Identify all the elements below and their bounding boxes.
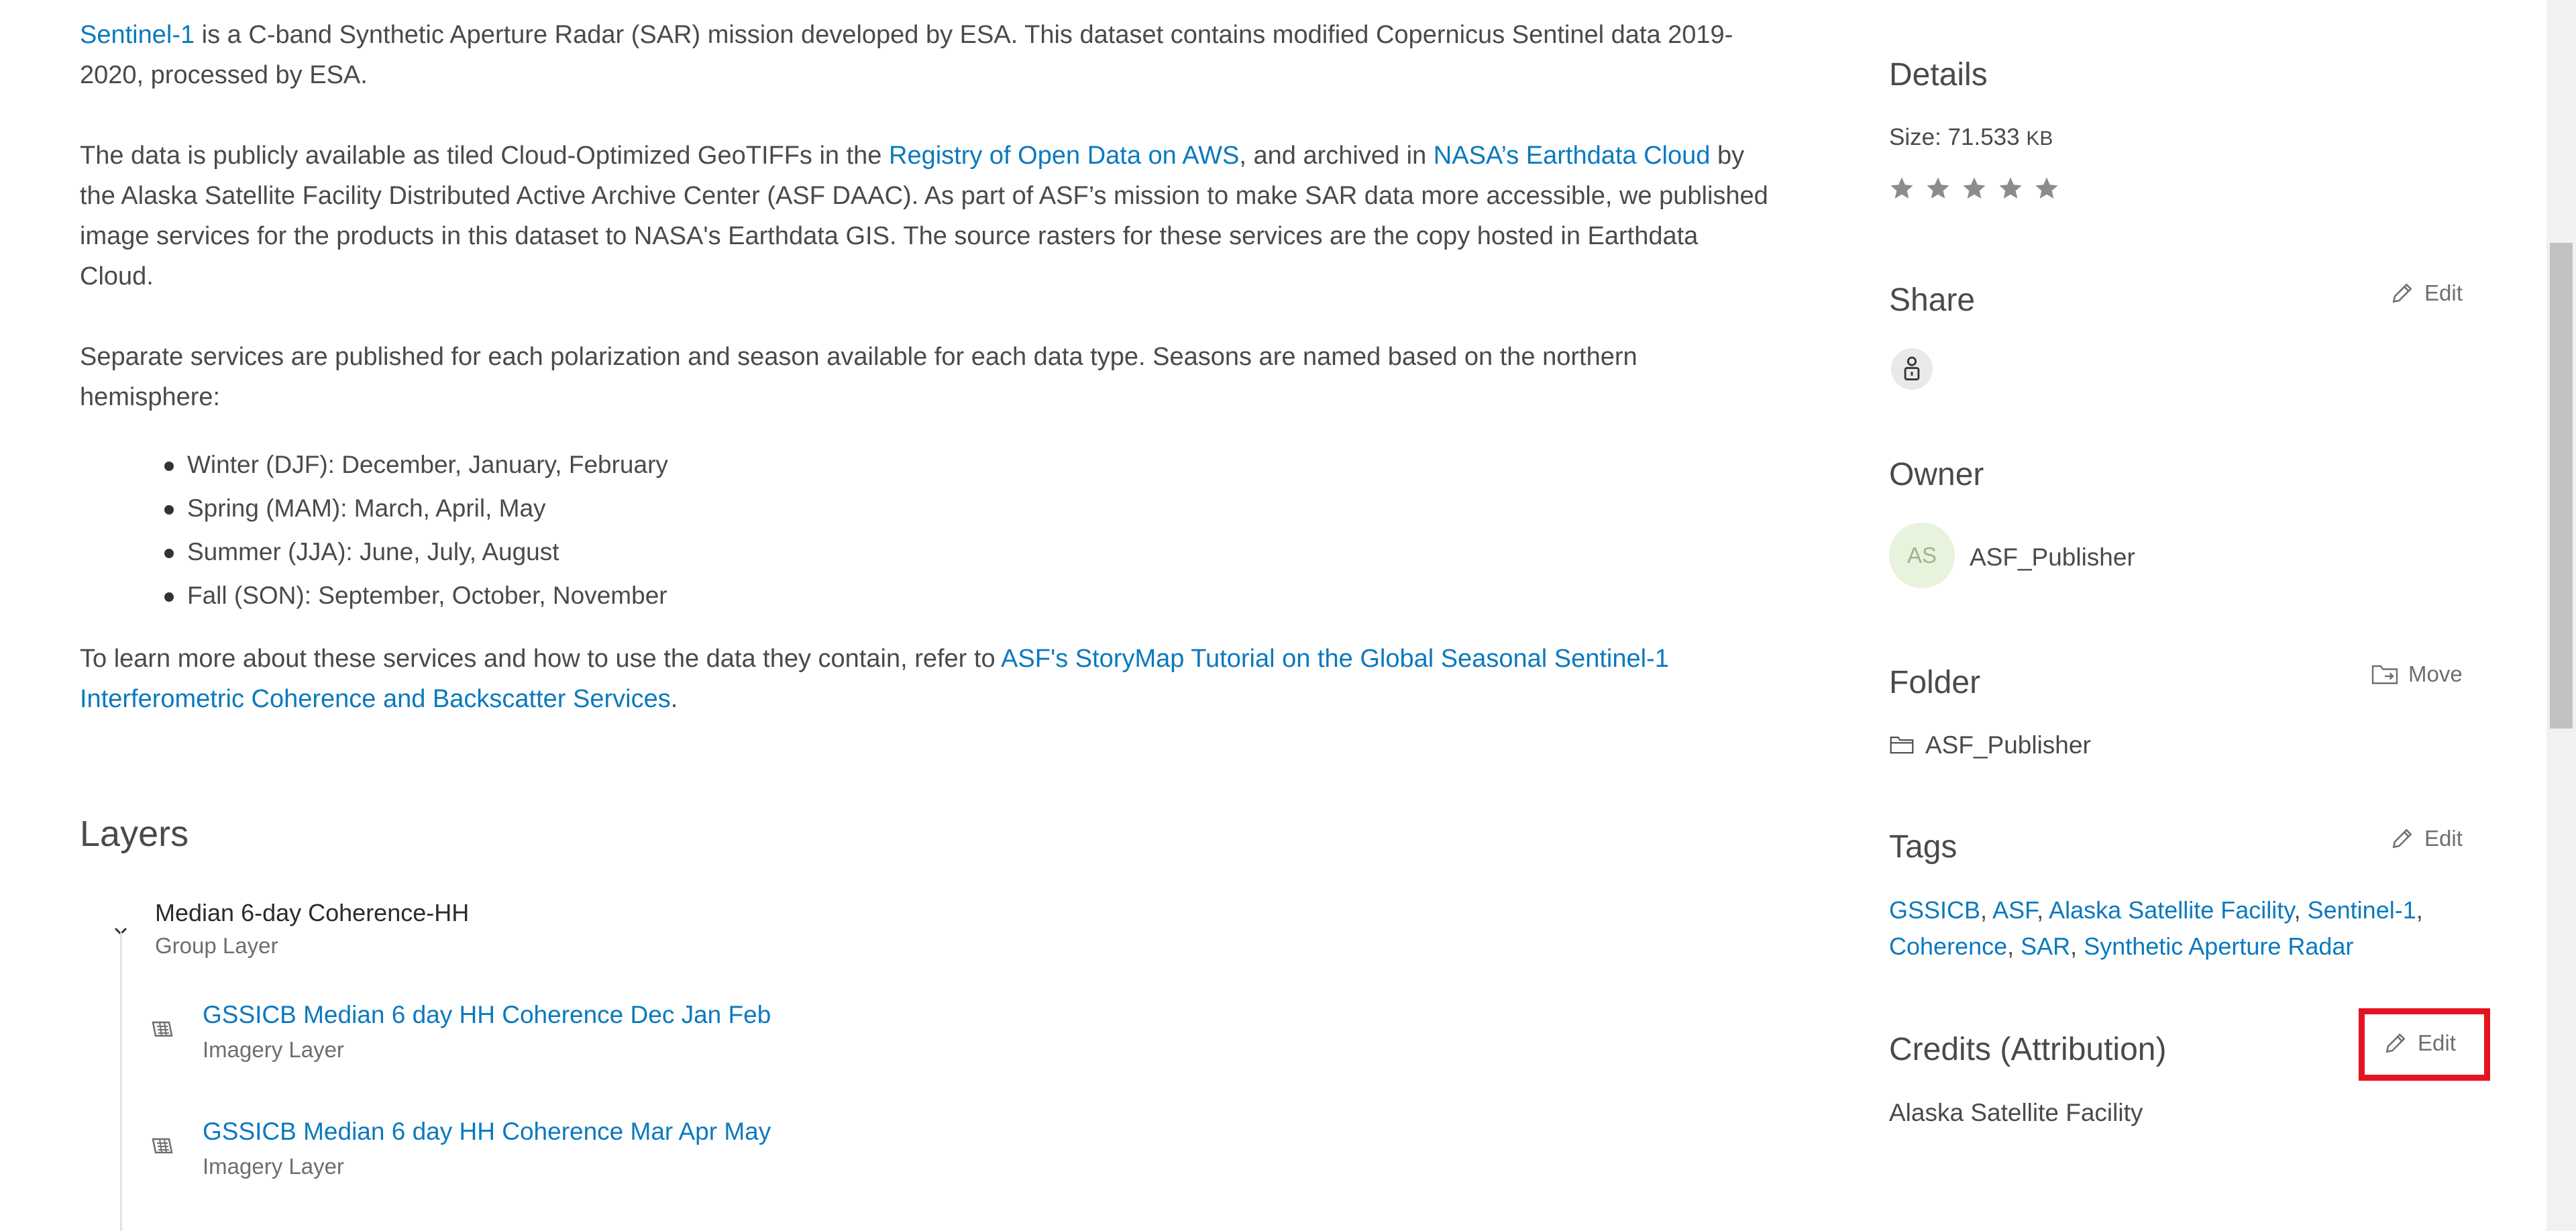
owner-heading: Owner: [1889, 457, 1984, 492]
tag-link[interactable]: ASF: [1992, 896, 2037, 924]
star-icon[interactable]: [1925, 175, 1951, 202]
credits-heading: Credits (Attribution): [1889, 1032, 2167, 1067]
paragraph-4-text-b: .: [670, 685, 678, 713]
layer-type-label: Imagery Layer: [203, 1037, 344, 1062]
seasons-list: Winter (DJF): December, January, Februar…: [154, 443, 668, 617]
description-paragraph-2: The data is publicly available as tiled …: [80, 136, 1770, 297]
list-item: Winter (DJF): December, January, Februar…: [154, 443, 668, 486]
move-label: Move: [2408, 661, 2463, 686]
tag-link[interactable]: SAR: [2021, 932, 2070, 960]
tag-link[interactable]: GSSICB: [1889, 896, 1980, 924]
description-paragraph-1: Sentinel-1 is a C-band Synthetic Apertur…: [80, 15, 1770, 95]
star-icon[interactable]: [1888, 175, 1915, 202]
pencil-icon: [2392, 828, 2412, 849]
folder-icon: [1889, 733, 1915, 759]
list-item: Fall (SON): September, October, November: [154, 574, 668, 617]
group-layer-type: Group Layer: [155, 933, 278, 958]
tags-edit-button[interactable]: Edit: [2390, 826, 2463, 851]
description-paragraph-4: To learn more about these services and h…: [80, 639, 1717, 719]
folder-heading: Folder: [1889, 665, 1981, 700]
tags-list-line-1: GSSICB, ASF, Alaska Satellite Facility, …: [1889, 896, 2423, 924]
tag-link[interactable]: Sentinel-1: [2308, 896, 2416, 924]
share-heading: Share: [1889, 282, 1976, 318]
paragraph-1-text: is a C-band Synthetic Aperture Radar (SA…: [80, 21, 1733, 89]
avatar[interactable]: AS: [1889, 523, 1955, 588]
edit-label: Edit: [2424, 280, 2463, 305]
layer-type-label: Imagery Layer: [203, 1154, 344, 1179]
tag-link[interactable]: Coherence: [1889, 932, 2007, 960]
list-item: Summer (JJA): June, July, August: [154, 530, 668, 574]
credits-value: Alaska Satellite Facility: [1889, 1099, 2143, 1126]
tree-line: [120, 932, 122, 1231]
tags-heading: Tags: [1889, 829, 1957, 865]
owner-name-link[interactable]: ASF_Publisher: [1970, 543, 2135, 572]
highlight-box: [2359, 1008, 2490, 1081]
sentinel-1-link[interactable]: Sentinel-1: [80, 21, 195, 49]
description-paragraph-3: Separate services are published for each…: [80, 343, 1638, 411]
item-size: Size: 71.533 KB: [1889, 124, 2053, 151]
earthdata-cloud-link[interactable]: NASA’s Earthdata Cloud: [1434, 142, 1711, 170]
rating-stars[interactable]: [1888, 175, 2060, 202]
group-layer-title: Median 6-day Coherence-HH: [155, 899, 470, 926]
layer-link-dec-jan-feb[interactable]: GSSICB Median 6 day HH Coherence Dec Jan…: [203, 1001, 771, 1029]
star-icon[interactable]: [2033, 175, 2060, 202]
list-item: Spring (MAM): March, April, May: [154, 486, 668, 530]
tag-link[interactable]: Synthetic Aperture Radar: [2084, 932, 2353, 960]
size-unit: KB: [2026, 127, 2053, 150]
scrollbar-thumb[interactable]: [2550, 243, 2573, 729]
aws-registry-link[interactable]: Registry of Open Data on AWS: [889, 142, 1239, 170]
tags-list-line-2: Coherence, SAR, Synthetic Aperture Radar: [1889, 932, 2354, 960]
layer-link-mar-apr-may[interactable]: GSSICB Median 6 day HH Coherence Mar Apr…: [203, 1118, 771, 1146]
imagery-layer-icon: [149, 1132, 176, 1159]
paragraph-2-text-a: The data is publicly available as tiled …: [80, 142, 889, 170]
layers-heading: Layers: [80, 814, 189, 854]
star-icon[interactable]: [1997, 175, 2024, 202]
pencil-icon: [2392, 283, 2412, 303]
share-edit-button[interactable]: Edit: [2390, 280, 2463, 306]
paragraph-4-text-a: To learn more about these services and h…: [80, 645, 1002, 673]
edit-label: Edit: [2424, 826, 2463, 851]
star-icon[interactable]: [1961, 175, 1988, 202]
paragraph-2-text-b: , and archived in: [1239, 142, 1434, 170]
sharing-level-icon: [1891, 348, 1933, 390]
move-button[interactable]: Move: [2371, 661, 2463, 687]
tag-link[interactable]: Alaska Satellite Facility: [2049, 896, 2294, 924]
details-heading: Details: [1889, 57, 1988, 93]
person-lock-icon: [1904, 356, 1920, 380]
folder-name-link[interactable]: ASF_Publisher: [1925, 731, 2091, 759]
size-value: Size: 71.533: [1889, 124, 2020, 150]
imagery-layer-icon: [149, 1016, 176, 1042]
folder-move-icon: [2371, 665, 2398, 684]
